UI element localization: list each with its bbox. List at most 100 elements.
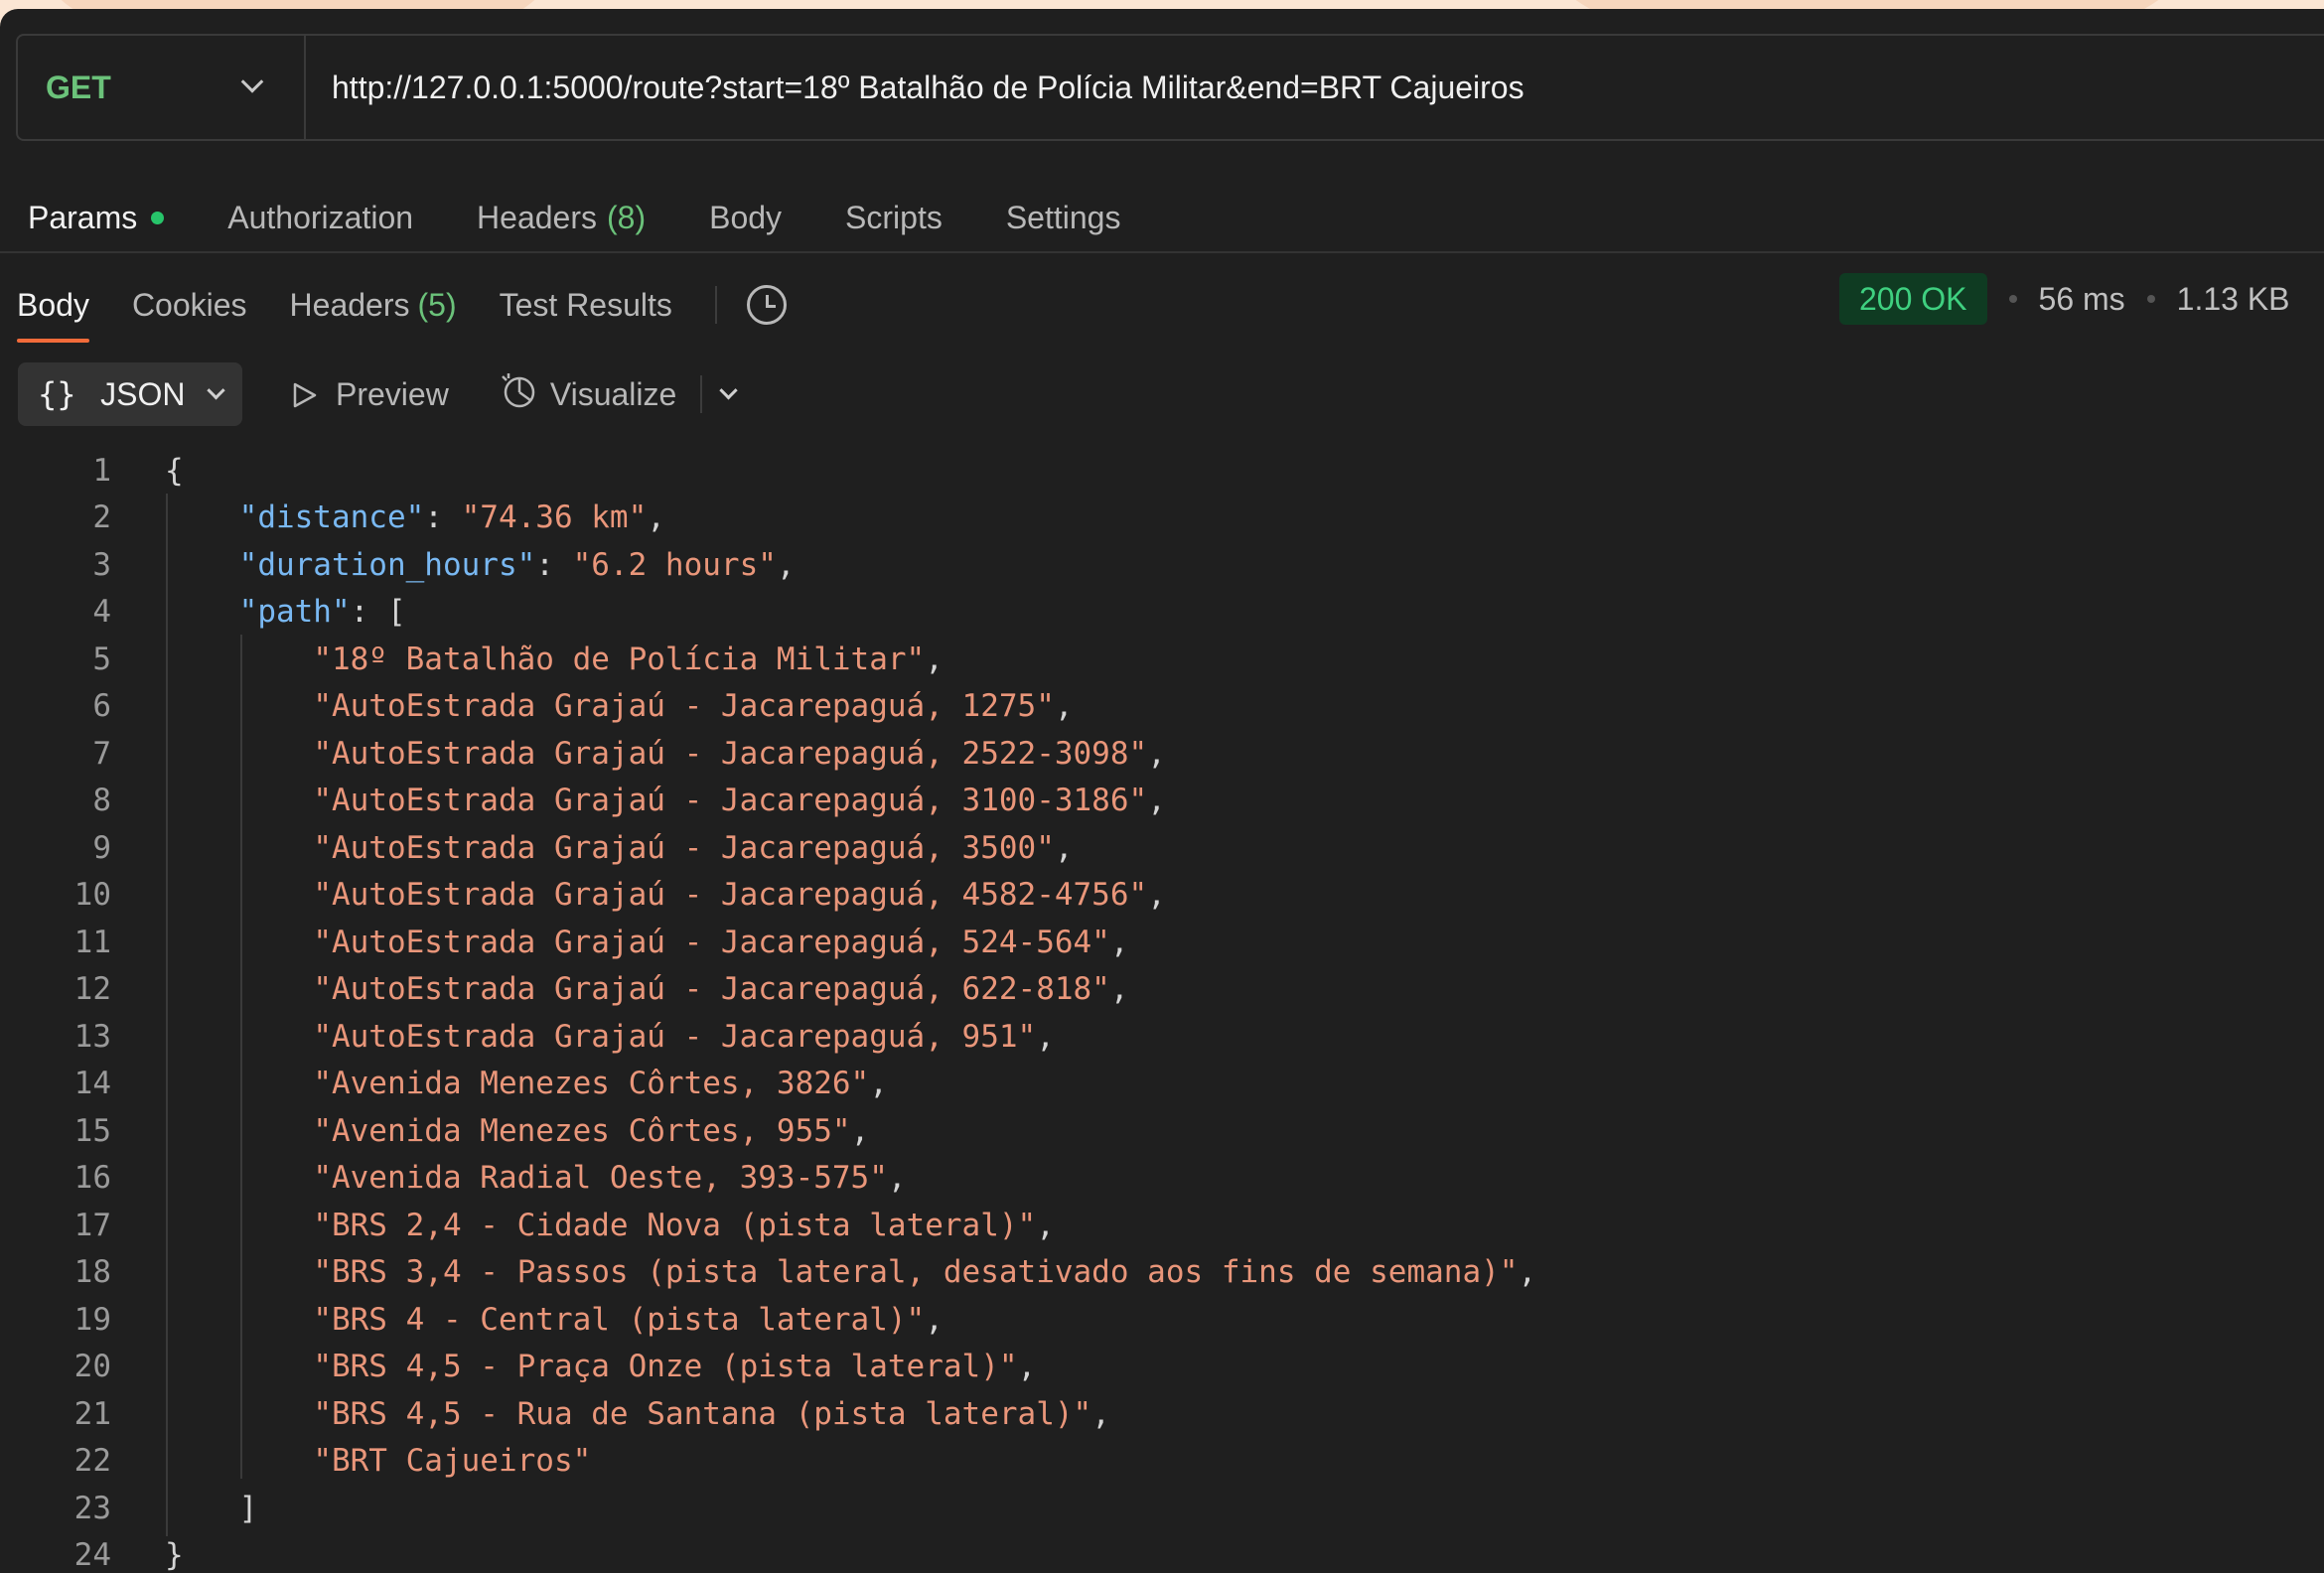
status-badge[interactable]: 200 OK [1839,273,1987,325]
code-content: "AutoEstrada Grajaú - Jacarepaguá, 3100-… [165,783,1166,818]
code-line: 15 "Avenida Menezes Côrtes, 955", [0,1107,2324,1155]
code-line: 20 "BRS 4,5 - Praça Onze (pista lateral)… [0,1344,2324,1391]
line-number: 22 [73,1443,111,1480]
method-selector[interactable]: GET [18,36,306,139]
response-tab-headers[interactable]: Headers (5) [290,267,457,343]
code-content: "AutoEstrada Grajaú - Jacarepaguá, 2522-… [165,736,1166,772]
tab-body[interactable]: Body [709,200,782,236]
code-content: "distance": "74.36 km", [165,500,665,535]
code-line: 4 "path": [ [0,589,2324,637]
response-toolbar: {} JSON Preview Visualize [18,362,738,426]
format-selector[interactable]: {} JSON [18,362,242,426]
headers-count: (5) [417,286,457,323]
tab-label: Authorization [227,199,414,235]
response-tab-body[interactable]: Body [17,267,89,343]
json-punctuation: , [850,1112,870,1149]
code-content: "AutoEstrada Grajaú - Jacarepaguá, 951", [165,1019,1055,1055]
line-number: 4 [92,594,111,631]
response-time[interactable]: 56 ms [2039,281,2125,318]
tab-label: Test Results [499,286,672,323]
json-punctuation: , [1147,783,1166,819]
tab-settings[interactable]: Settings [1006,200,1121,236]
code-line: 11 "AutoEstrada Grajaú - Jacarepaguá, 52… [0,919,2324,966]
line-number: 10 [73,877,111,914]
json-bracket: ] [238,1490,258,1526]
json-punctuation: : [535,546,573,583]
json-punctuation: , [1036,1018,1055,1055]
history-icon[interactable] [746,285,787,325]
json-key: "distance" [238,500,425,536]
response-tab-test-results[interactable]: Test Results [500,267,672,343]
tab-headers[interactable]: Headers (8) [477,200,646,236]
method-label: GET [46,69,111,105]
visualize-button[interactable]: Visualize [499,370,676,418]
code-content: { [165,453,184,489]
code-content: "AutoEstrada Grajaú - Jacarepaguá, 524-5… [165,924,1128,960]
json-punctuation: , [1147,735,1166,772]
code-content: "Avenida Menezes Côrtes, 955", [165,1113,869,1149]
json-punctuation: , [1036,1207,1055,1243]
code-line: 8 "AutoEstrada Grajaú - Jacarepaguá, 310… [0,778,2324,825]
tab-params[interactable]: Params [28,200,165,236]
line-number: 6 [92,688,111,725]
line-number: 17 [73,1207,111,1243]
json-string: "AutoEstrada Grajaú - Jacarepaguá, 3100-… [313,783,1148,819]
json-punctuation: , [1518,1254,1537,1291]
api-client-window: GET http://127.0.0.1:5000/route?start=18… [0,9,2324,1573]
visualize-label: Visualize [549,375,677,412]
code-content: "AutoEstrada Grajaú - Jacarepaguá, 3500"… [165,829,1074,866]
format-label: JSON [100,375,186,412]
code-line: 17 "BRS 2,4 - Cidade Nova (pista lateral… [0,1202,2324,1249]
code-content: "BRS 4,5 - Praça Onze (pista lateral)", [165,1349,1036,1384]
json-punctuation: , [1017,1349,1037,1385]
json-string: "BRS 4,5 - Praça Onze (pista lateral)" [313,1349,1018,1385]
json-response-body[interactable]: 1{2 "distance": "74.36 km", 3 "duration_h… [0,447,2324,1573]
tab-authorization[interactable]: Authorization [227,200,413,236]
json-string: "BRS 2,4 - Cidade Nova (pista lateral)" [313,1207,1037,1243]
line-number: 5 [92,641,111,677]
code-line: 12 "AutoEstrada Grajaú - Jacarepaguá, 62… [0,966,2324,1014]
json-string: "AutoEstrada Grajaú - Jacarepaguá, 951" [313,1018,1037,1055]
line-number: 3 [92,546,111,583]
code-line: 21 "BRS 4,5 - Rua de Santana (pista late… [0,1390,2324,1438]
url-input[interactable]: http://127.0.0.1:5000/route?start=18º Ba… [306,70,1525,106]
line-number: 12 [73,971,111,1008]
json-string: "AutoEstrada Grajaú - Jacarepaguá, 524-5… [313,924,1110,960]
line-number: 2 [92,500,111,536]
tab-label: Headers [477,199,597,235]
chevron-down-icon [207,380,225,399]
code-line: 10 "AutoEstrada Grajaú - Jacarepaguá, 45… [0,872,2324,920]
code-content: "AutoEstrada Grajaú - Jacarepaguá, 622-8… [165,971,1128,1008]
tab-scripts[interactable]: Scripts [845,200,943,236]
chevron-down-icon [240,71,264,93]
json-string: "BRS 3,4 - Passos (pista lateral, desati… [313,1254,1519,1291]
json-punctuation: , [1054,829,1074,866]
separator-dot [2146,295,2155,303]
line-number: 15 [73,1112,111,1149]
visualize-icon [499,370,550,418]
json-string: "74.36 km" [461,500,648,536]
headers-count: (8) [606,199,647,235]
play-icon [292,380,318,408]
line-number: 13 [73,1018,111,1055]
json-punctuation: : [ [350,594,406,631]
code-line: 2 "distance": "74.36 km", [0,495,2324,542]
json-punctuation: , [869,1066,888,1102]
code-line: 14 "Avenida Menezes Côrtes, 3826", [0,1061,2324,1108]
chevron-down-icon[interactable] [719,380,738,399]
tab-label: Body [17,286,89,323]
line-number: 9 [92,829,111,866]
json-string: "18º Batalhão de Polícia Militar" [313,641,926,677]
braces-icon: {} [38,375,76,413]
json-string: "AutoEstrada Grajaú - Jacarepaguá, 622-8… [313,971,1110,1008]
json-string: "Avenida Menezes Côrtes, 3826" [313,1066,870,1102]
tab-label: Body [709,199,783,235]
json-string: "BRS 4 - Central (pista lateral)" [313,1301,926,1338]
response-tab-cookies[interactable]: Cookies [132,267,247,343]
code-content: "BRS 3,4 - Passos (pista lateral, desati… [165,1254,1536,1290]
response-size[interactable]: 1.13 KB [2177,281,2290,318]
line-number: 14 [73,1066,111,1102]
separator-dot [2008,295,2017,303]
code-line: 3 "duration_hours": "6.2 hours", [0,541,2324,589]
preview-button[interactable]: Preview [292,376,449,413]
